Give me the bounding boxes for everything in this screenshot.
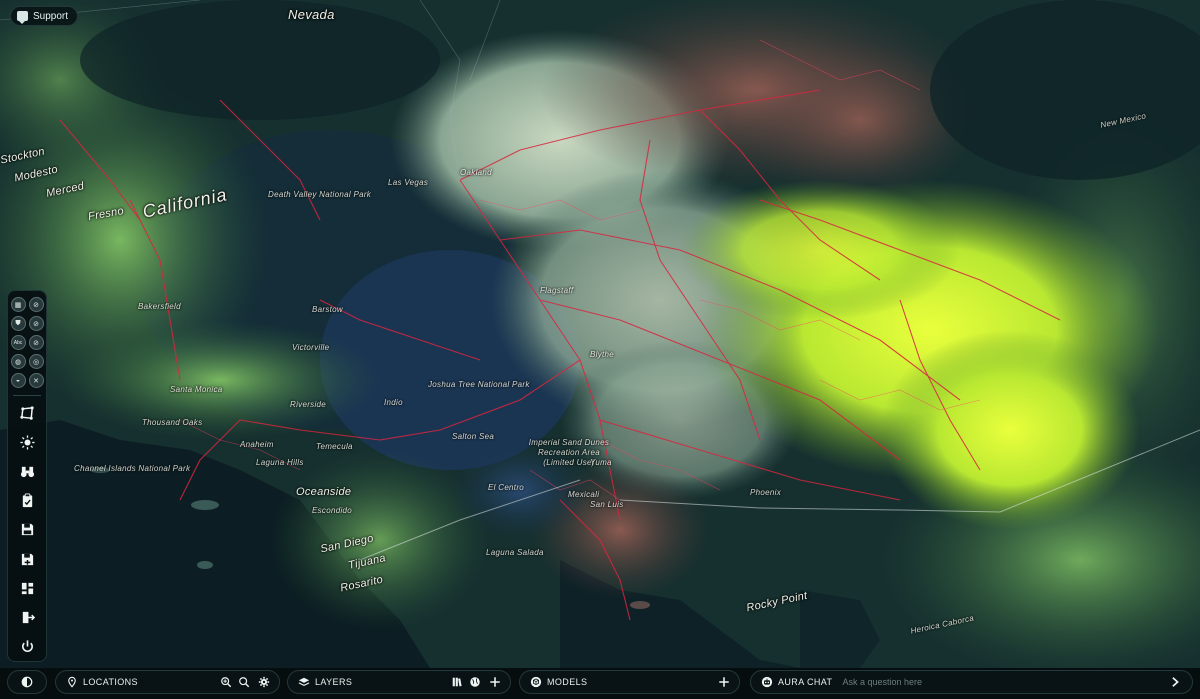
layers-globe-button[interactable] [466,676,484,688]
search-location-button[interactable] [235,676,253,688]
add-model-button[interactable] [713,676,735,688]
polygon-draw-icon [19,406,34,420]
save-as-icon [21,553,33,565]
hide-labels-icon[interactable]: ⊘ [28,335,44,350]
logout-icon [22,611,35,623]
save-as-button[interactable] [12,546,42,573]
label-el-centro: El Centro [488,483,525,492]
chevron-right-icon [1172,677,1179,687]
globe-alt-icon[interactable]: ◎ [28,354,44,369]
label-indio: Indio [384,398,403,407]
binoculars-button[interactable] [12,458,42,485]
label-victorville: Victorville [292,343,330,352]
save-icon [21,524,33,536]
label-blythe: Blythe [590,350,615,359]
model-cube-icon [530,676,542,688]
label-thousand-oaks: Thousand Oaks [142,418,203,427]
send-button[interactable] [1164,676,1186,688]
power-button[interactable] [12,633,42,660]
terrain-icon[interactable]: ◒ [10,373,26,388]
globe-icon[interactable]: ◍ [10,354,26,369]
label-flagstaff: Flagstaff [540,286,574,295]
contrast-icon [21,676,33,688]
models-label: MODELS [547,677,588,687]
label-laguna-hills: Laguna Hills [256,458,304,467]
abc-label-icon[interactable]: Abc [10,335,26,350]
layers-label: LAYERS [315,677,353,687]
label-oakland: Oakland [460,168,492,177]
label-joshua-tree: Joshua Tree National Park [428,380,530,389]
terrain-map [0,0,1200,668]
building-icon[interactable]: ▦ [10,297,26,312]
label-salton-sea: Salton Sea [452,432,495,441]
label-oceanside: Oceanside [296,486,352,498]
location-settings-button[interactable] [253,676,275,688]
globe-icon [470,677,480,687]
tool-rail: ▦ ⊘ ⛊ ⊘ Abc ⊘ ◍ ◎ ◒ ✕ [7,290,47,662]
label-escondido: Escondido [312,506,353,515]
shield-icon[interactable]: ⛊ [10,316,26,331]
support-label: Support [33,10,69,22]
hide-shield-icon[interactable]: ⊘ [28,316,44,331]
label-channel-islands: Channel Islands National Park [74,464,191,473]
dashboard-button[interactable] [12,575,42,602]
label-temecula: Temecula [316,442,353,451]
label-nevada: Nevada [288,7,335,22]
library-icon [452,677,462,687]
label-bakersfield: Bakersfield [138,302,181,311]
locations-label: LOCATIONS [83,677,138,687]
label-yuma: Yuma [590,458,612,467]
layers-library-button[interactable] [448,676,466,688]
plus-icon [719,677,729,687]
add-layer-button[interactable] [484,676,506,688]
label-mexicali: Mexicali [568,490,600,499]
aura-chat-bar[interactable]: AURA CHAT [750,670,1193,694]
location-pin-icon [68,676,76,688]
robot-icon [761,676,773,688]
label-riverside: Riverside [290,400,327,409]
label-phoenix: Phoenix [750,488,782,497]
power-icon [21,640,33,652]
plus-icon [490,677,500,687]
sun-button[interactable] [12,429,42,456]
logout-button[interactable] [12,604,42,631]
dashboard-icon [21,582,33,594]
save-button[interactable] [12,516,42,543]
label-death-valley: Death Valley National Park [268,190,372,199]
rail-divider [13,395,41,396]
polygon-draw-button[interactable] [12,400,42,427]
binoculars-icon [20,467,34,478]
support-button[interactable]: Support [10,6,79,26]
aura-chat-label: AURA CHAT [778,677,833,687]
locations-panel[interactable]: LOCATIONS [55,670,280,694]
search-icon [239,677,250,688]
clipboard-icon [22,493,32,508]
theme-toggle-button[interactable] [7,670,47,694]
gear-icon [258,676,270,688]
map-viewport[interactable]: Nevada California Fresno Modesto Merced … [0,0,1200,668]
label-barstow: Barstow [312,305,343,314]
sun-icon [19,435,35,450]
label-santa-monica: Santa Monica [170,385,223,394]
chat-bubble-icon [17,11,28,24]
tools-icon[interactable]: ✕ [28,373,44,388]
models-panel[interactable]: MODELS [519,670,740,694]
label-laguna-salada: Laguna Salada [486,548,544,557]
hide-buildings-icon[interactable]: ⊘ [28,297,44,312]
zoom-location-button[interactable] [217,676,235,688]
layers-panel[interactable]: LAYERS [287,670,511,694]
zoom-in-icon [221,677,232,688]
chat-input[interactable] [842,677,1163,687]
label-las-vegas: Las Vegas [388,178,429,187]
layers-icon [298,677,310,687]
clipboard-button[interactable] [12,487,42,514]
label-anaheim: Anaheim [240,440,274,449]
label-san-luis: San Luis [590,500,624,509]
